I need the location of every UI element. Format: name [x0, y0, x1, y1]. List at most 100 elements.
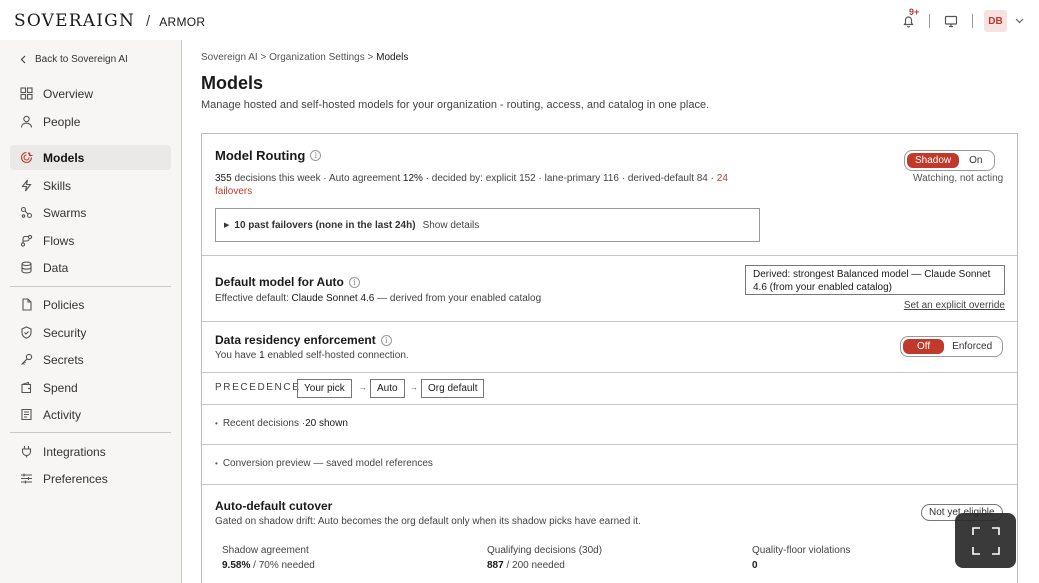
- sidebar-item-label: Overview: [43, 86, 94, 101]
- back-link[interactable]: Back to Sovereign AI: [20, 54, 128, 65]
- past-failovers-summary: 10 past failovers (none in the last 24h): [234, 219, 416, 231]
- metric-value: 887 / 200 needed: [487, 560, 602, 571]
- effective-default-line: Effective default: Claude Sonnet 4.6 — d…: [215, 293, 541, 304]
- residency-note-prefix: You have: [215, 350, 260, 361]
- flow-icon: [19, 233, 34, 248]
- metric-label: Shadow agreement: [222, 545, 309, 556]
- breadcrumb-separator: >: [367, 52, 374, 63]
- monitor-icon: [944, 15, 958, 27]
- sidebar-item-people[interactable]: People: [10, 109, 171, 134]
- breadcrumb-separator: >: [260, 52, 267, 63]
- database-icon: [19, 260, 34, 275]
- routing-mode-shadow-option[interactable]: Shadow: [907, 153, 960, 168]
- default-model-select[interactable]: Derived: strongest Balanced model — Clau…: [745, 265, 1005, 295]
- sidebar-item-secrets[interactable]: Secrets: [10, 347, 171, 372]
- residency-enforced-option[interactable]: Enforced: [944, 339, 1000, 354]
- sidebar-item-label: Models: [43, 150, 85, 165]
- conversion-preview-section[interactable]: • Conversion preview — saved model refer…: [202, 445, 1017, 485]
- decisions-count: 355: [215, 173, 232, 184]
- breadcrumb-current: Models: [376, 52, 409, 63]
- breadcrumb-link[interactable]: Organization Settings: [269, 52, 365, 63]
- default-model-section: Default model for Auto i Effective defau…: [202, 256, 1017, 322]
- effective-default-model: Claude Sonnet 4.6: [291, 293, 375, 304]
- display-button[interactable]: [941, 11, 961, 31]
- failovers-label: failovers: [215, 186, 253, 197]
- sidebar-item-activity[interactable]: Activity: [10, 402, 171, 427]
- residency-off-option[interactable]: Off: [903, 339, 945, 354]
- recent-decisions-toggle[interactable]: • Recent decisions · 20 shown: [215, 418, 348, 429]
- metric-number: 9.58%: [222, 560, 251, 571]
- sidebar-item-spend[interactable]: Spend: [10, 375, 171, 400]
- info-icon[interactable]: i: [310, 150, 322, 161]
- metric-qualifying-decisions: Qualifying decisions (30d) 887 / 200 nee…: [487, 545, 602, 571]
- conversion-preview-label: Conversion preview — saved model referen…: [222, 458, 433, 469]
- sidebar-item-label: People: [43, 114, 81, 129]
- sidebar-item-label: Data: [43, 260, 69, 275]
- chevron-down-icon: [1015, 18, 1023, 24]
- sidebar-item-overview[interactable]: Overview: [10, 81, 171, 106]
- info-icon[interactable]: i: [348, 276, 360, 288]
- metric-value: 9.58% / 70% needed: [222, 560, 315, 571]
- sidebar-item-models[interactable]: Models: [10, 145, 171, 170]
- brand-logo: SOVERAIGN: [14, 11, 136, 31]
- metric-quality-floor-violations: Quality-floor violations 0: [752, 545, 850, 571]
- sidebar-item-data[interactable]: Data: [10, 255, 171, 280]
- sidebar-item-swarms[interactable]: Swarms: [10, 200, 171, 225]
- sidebar-item-integrations[interactable]: Integrations: [10, 439, 171, 464]
- metric-label: Quality-floor violations: [752, 545, 851, 556]
- chevron-left-icon: [20, 55, 26, 64]
- sidebar-item-label: Activity: [43, 407, 82, 422]
- models-settings-card: Model Routing i 355 decisions this week …: [201, 133, 1018, 583]
- sidebar-item-label: Skills: [43, 178, 72, 193]
- routing-mode-on-option[interactable]: On: [959, 153, 992, 168]
- routing-stats: 355 decisions this week · Auto agreement…: [215, 172, 735, 198]
- product-name: ARMOR: [159, 15, 206, 29]
- fullscreen-button[interactable]: [955, 513, 1016, 568]
- sidebar: Back to Sovereign AI Overview People Mod…: [0, 40, 182, 583]
- account-menu-toggle[interactable]: [1013, 15, 1025, 27]
- sidebar-item-flows[interactable]: Flows: [10, 228, 171, 253]
- default-model-heading: Default model for Auto i: [215, 275, 360, 289]
- failovers-count: 24: [716, 173, 728, 184]
- cutover-title: Auto-default cutover: [215, 499, 333, 513]
- info-icon[interactable]: i: [380, 334, 392, 346]
- precedence-section: PRECEDENCE Your pick → Auto → Org defaul…: [202, 373, 1017, 405]
- set-override-link[interactable]: Set an explicit override: [904, 300, 1005, 311]
- routing-mode-toggle[interactable]: Shadow On: [904, 150, 996, 171]
- top-right-controls: 9+ DB: [898, 7, 1025, 32]
- auto-default-cutover-section: Auto-default cutover Gated on shadow dri…: [202, 485, 1017, 583]
- recent-decisions-section[interactable]: • Recent decisions · 20 shown: [202, 405, 1017, 445]
- sidebar-item-skills[interactable]: Skills: [10, 173, 171, 198]
- sidebar-item-policies[interactable]: Policies: [10, 292, 171, 317]
- brand[interactable]: SOVERAIGN / ARMOR: [14, 11, 205, 31]
- residency-note-suffix: enabled self-hosted connection.: [264, 350, 409, 361]
- show-details-link[interactable]: Show details: [423, 220, 480, 231]
- wallet-icon: [19, 380, 34, 395]
- notifications-button[interactable]: 9+: [898, 7, 919, 31]
- sidebar-item-preferences[interactable]: Preferences: [10, 466, 171, 491]
- avatar[interactable]: DB: [984, 10, 1007, 32]
- residency-note: You have 1 enabled self-hosted connectio…: [215, 350, 409, 361]
- precedence-step-auto: Auto: [370, 379, 405, 398]
- activity-icon: [19, 407, 34, 422]
- sidebar-item-label: Secrets: [43, 352, 84, 367]
- recent-decisions-count: 20 shown: [305, 418, 348, 429]
- conversion-preview-toggle[interactable]: • Conversion preview — saved model refer…: [215, 458, 433, 469]
- residency-toggle[interactable]: Off Enforced: [900, 336, 1004, 357]
- grid-icon: [19, 86, 34, 101]
- metric-target: / 200 needed: [503, 560, 565, 571]
- sidebar-item-label: Policies: [43, 297, 85, 312]
- auto-agreement-value: 12%: [402, 173, 423, 184]
- sidebar-item-security[interactable]: Security: [10, 320, 171, 345]
- swarm-icon: [19, 205, 34, 220]
- precedence-label: PRECEDENCE: [215, 382, 301, 393]
- recent-decisions-label: Recent decisions ·: [222, 418, 306, 429]
- breadcrumb-link[interactable]: Sovereign AI: [201, 52, 258, 63]
- effective-default-prefix: Effective default:: [215, 293, 292, 304]
- page-title: Models: [201, 73, 264, 93]
- past-failovers-disclosure[interactable]: ▶ 10 past failovers (none in the last 24…: [215, 208, 760, 242]
- notification-badge: 9+: [909, 7, 920, 17]
- shield-icon: [19, 325, 34, 340]
- arrow-right-icon: →: [359, 383, 367, 392]
- cutover-description: Gated on shadow drift: Auto becomes the …: [215, 516, 641, 527]
